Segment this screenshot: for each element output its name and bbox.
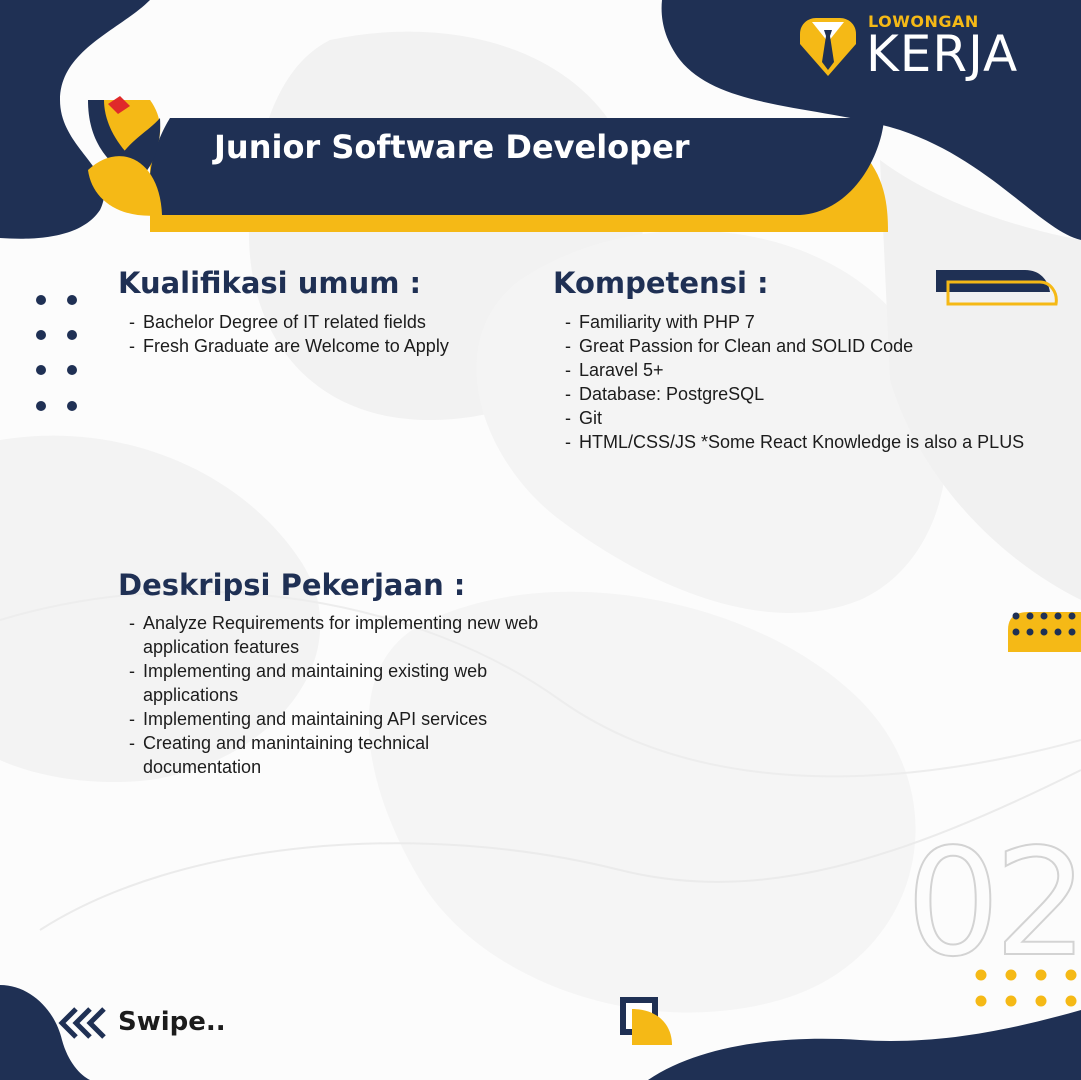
job-post-slide: LOWONGAN KERJA Junior Software Developer… bbox=[0, 0, 1081, 1080]
swipe-chevrons-icon[interactable] bbox=[58, 1006, 110, 1040]
deskripsi-list: Analyze Requirements for implementing ne… bbox=[129, 611, 549, 779]
brand-name: KERJA bbox=[866, 25, 1019, 83]
page-number: 02 bbox=[905, 817, 1081, 989]
list-item: Fresh Graduate are Welcome to Apply bbox=[129, 334, 529, 358]
list-item: Laravel 5+ bbox=[565, 358, 1035, 382]
job-title: Junior Software Developer bbox=[214, 128, 690, 166]
list-item: Implementing and maintaining API service… bbox=[129, 707, 549, 731]
list-item: Creating and manintaining technical docu… bbox=[129, 731, 549, 779]
swipe-label[interactable]: Swipe.. bbox=[118, 1007, 226, 1037]
kualifikasi-list: Bachelor Degree of IT related fields Fre… bbox=[129, 310, 529, 358]
list-item: Git bbox=[565, 406, 1035, 430]
list-item: Implementing and maintaining existing we… bbox=[129, 659, 549, 707]
list-item: Analyze Requirements for implementing ne… bbox=[129, 611, 549, 659]
deskripsi-heading: Deskripsi Pekerjaan : bbox=[118, 568, 466, 602]
list-item: HTML/CSS/JS *Some React Knowledge is als… bbox=[565, 430, 1035, 454]
kompetensi-list: Familiarity with PHP 7 Great Passion for… bbox=[565, 310, 1035, 454]
kualifikasi-heading: Kualifikasi umum : bbox=[118, 266, 422, 300]
list-item: Familiarity with PHP 7 bbox=[565, 310, 1035, 334]
list-item: Great Passion for Clean and SOLID Code bbox=[565, 334, 1035, 358]
list-item: Database: PostgreSQL bbox=[565, 382, 1035, 406]
tie-badge-icon bbox=[800, 18, 856, 76]
kompetensi-heading: Kompetensi : bbox=[553, 266, 769, 300]
corner-leaf-icon bbox=[620, 997, 672, 1045]
list-item: Bachelor Degree of IT related fields bbox=[129, 310, 529, 334]
